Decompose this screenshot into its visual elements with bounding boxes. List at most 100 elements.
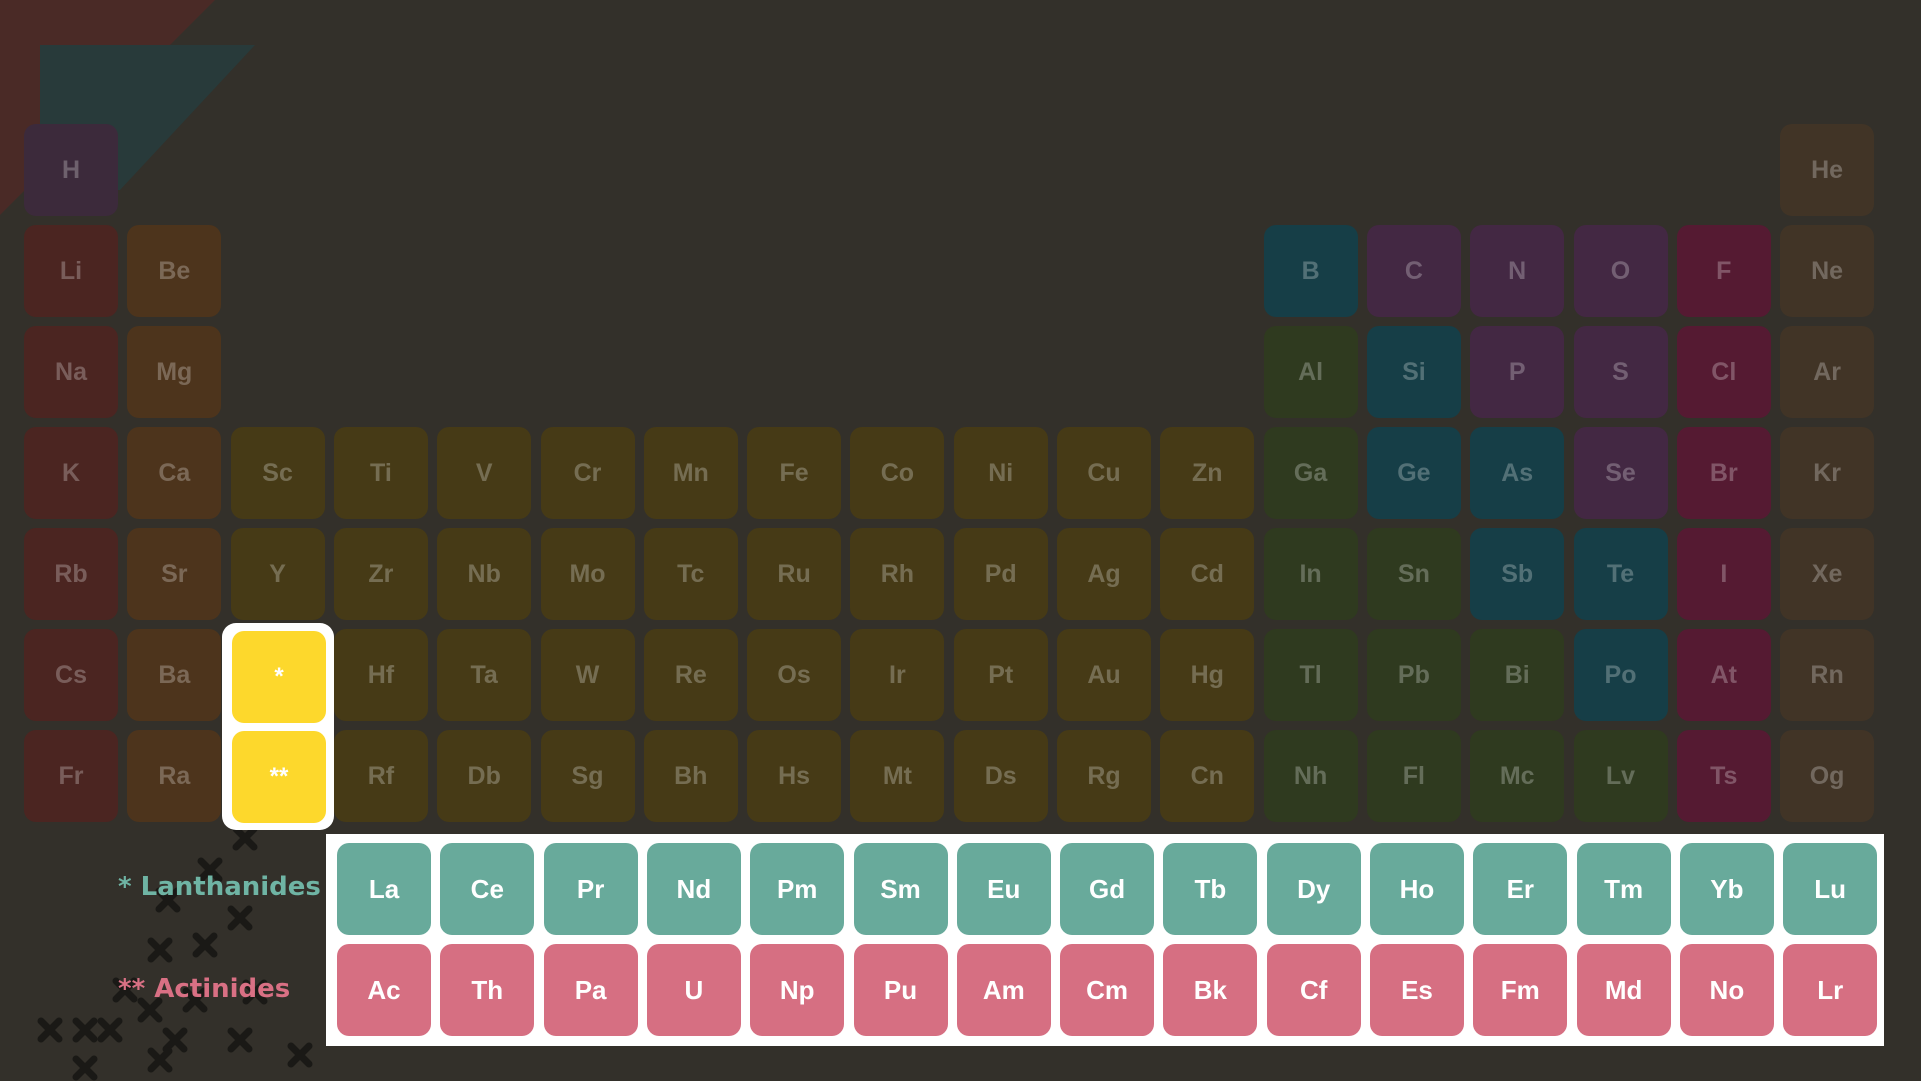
element-sb[interactable]: Sb: [1470, 528, 1565, 620]
element-no[interactable]: No: [1679, 944, 1774, 1036]
element-se[interactable]: Se: [1573, 427, 1668, 519]
element-in[interactable]: In: [1263, 528, 1358, 620]
element-db[interactable]: Db: [437, 730, 532, 822]
element-bi[interactable]: Bi: [1470, 629, 1565, 721]
element-tb[interactable]: Tb: [1163, 843, 1258, 935]
element-fe[interactable]: Fe: [747, 427, 842, 519]
element-pt[interactable]: Pt: [953, 629, 1048, 721]
element-ti[interactable]: Ti: [333, 427, 428, 519]
element-ru[interactable]: Ru: [747, 528, 842, 620]
element-hg[interactable]: Hg: [1160, 629, 1255, 721]
element-at[interactable]: At: [1676, 629, 1771, 721]
element-cn[interactable]: Cn: [1160, 730, 1255, 822]
element-nd[interactable]: Nd: [646, 843, 741, 935]
element-be[interactable]: Be: [127, 225, 222, 317]
element-lr[interactable]: Lr: [1783, 944, 1878, 1036]
element-na[interactable]: Na: [24, 326, 118, 418]
element-xe[interactable]: Xe: [1780, 528, 1875, 620]
element-si[interactable]: Si: [1366, 326, 1461, 418]
element-ho[interactable]: Ho: [1370, 843, 1464, 935]
element-al[interactable]: Al: [1263, 326, 1358, 418]
element-eu[interactable]: Eu: [956, 843, 1051, 935]
element-am[interactable]: Am: [956, 944, 1051, 1036]
element-ta[interactable]: Ta: [437, 629, 532, 721]
element-i[interactable]: I: [1676, 528, 1771, 620]
element-br[interactable]: Br: [1676, 427, 1771, 519]
element-pa[interactable]: Pa: [543, 944, 638, 1036]
element-h[interactable]: H: [24, 124, 118, 216]
element-sr[interactable]: Sr: [127, 528, 222, 620]
element-rh[interactable]: Rh: [850, 528, 945, 620]
element-yb[interactable]: Yb: [1679, 843, 1774, 935]
element-dy[interactable]: Dy: [1266, 843, 1361, 935]
element-n[interactable]: N: [1470, 225, 1565, 317]
actinide-placeholder-button[interactable]: **: [232, 731, 326, 823]
element-ba[interactable]: Ba: [127, 629, 222, 721]
element-bh[interactable]: Bh: [643, 730, 738, 822]
element-ac[interactable]: Ac: [337, 944, 431, 1036]
element-ge[interactable]: Ge: [1366, 427, 1461, 519]
element-zn[interactable]: Zn: [1160, 427, 1255, 519]
element-fr[interactable]: Fr: [24, 730, 118, 822]
element-po[interactable]: Po: [1573, 629, 1668, 721]
element-au[interactable]: Au: [1057, 629, 1151, 721]
element-bk[interactable]: Bk: [1163, 944, 1258, 1036]
element-es[interactable]: Es: [1370, 944, 1464, 1036]
element-sc[interactable]: Sc: [230, 427, 325, 519]
element-la[interactable]: La: [337, 843, 431, 935]
element-mt[interactable]: Mt: [850, 730, 945, 822]
element-pb[interactable]: Pb: [1366, 629, 1461, 721]
element-sn[interactable]: Sn: [1366, 528, 1461, 620]
element-kr[interactable]: Kr: [1780, 427, 1875, 519]
element-cr[interactable]: Cr: [540, 427, 635, 519]
element-ds[interactable]: Ds: [953, 730, 1048, 822]
element-s[interactable]: S: [1573, 326, 1668, 418]
element-cf[interactable]: Cf: [1266, 944, 1361, 1036]
element-nh[interactable]: Nh: [1263, 730, 1358, 822]
element-ce[interactable]: Ce: [440, 843, 535, 935]
element-ar[interactable]: Ar: [1780, 326, 1875, 418]
element-sm[interactable]: Sm: [853, 843, 948, 935]
element-pu[interactable]: Pu: [853, 944, 948, 1036]
element-tc[interactable]: Tc: [643, 528, 738, 620]
element-pd[interactable]: Pd: [953, 528, 1048, 620]
element-v[interactable]: V: [437, 427, 532, 519]
element-rb[interactable]: Rb: [24, 528, 118, 620]
element-u[interactable]: U: [646, 944, 741, 1036]
element-cd[interactable]: Cd: [1160, 528, 1255, 620]
element-li[interactable]: Li: [24, 225, 118, 317]
element-as[interactable]: As: [1470, 427, 1565, 519]
element-w[interactable]: W: [540, 629, 635, 721]
element-b[interactable]: B: [1263, 225, 1358, 317]
element-ni[interactable]: Ni: [953, 427, 1048, 519]
element-tl[interactable]: Tl: [1263, 629, 1358, 721]
element-co[interactable]: Co: [850, 427, 945, 519]
element-te[interactable]: Te: [1573, 528, 1668, 620]
element-ca[interactable]: Ca: [127, 427, 222, 519]
element-cs[interactable]: Cs: [24, 629, 118, 721]
element-ir[interactable]: Ir: [850, 629, 945, 721]
element-lu[interactable]: Lu: [1783, 843, 1878, 935]
element-os[interactable]: Os: [747, 629, 842, 721]
element-fl[interactable]: Fl: [1366, 730, 1461, 822]
element-hs[interactable]: Hs: [747, 730, 842, 822]
element-og[interactable]: Og: [1780, 730, 1875, 822]
element-hf[interactable]: Hf: [333, 629, 428, 721]
element-y[interactable]: Y: [230, 528, 325, 620]
element-md[interactable]: Md: [1576, 944, 1671, 1036]
element-ga[interactable]: Ga: [1263, 427, 1358, 519]
element-p[interactable]: P: [1470, 326, 1565, 418]
element-k[interactable]: K: [24, 427, 118, 519]
element-cl[interactable]: Cl: [1676, 326, 1771, 418]
element-ra[interactable]: Ra: [127, 730, 222, 822]
element-f[interactable]: F: [1676, 225, 1771, 317]
element-pr[interactable]: Pr: [543, 843, 638, 935]
element-o[interactable]: O: [1573, 225, 1668, 317]
element-he[interactable]: He: [1780, 124, 1875, 216]
element-pm[interactable]: Pm: [750, 843, 845, 935]
element-sg[interactable]: Sg: [540, 730, 635, 822]
element-fm[interactable]: Fm: [1473, 944, 1568, 1036]
element-rg[interactable]: Rg: [1057, 730, 1151, 822]
element-cm[interactable]: Cm: [1060, 944, 1155, 1036]
element-rn[interactable]: Rn: [1780, 629, 1875, 721]
